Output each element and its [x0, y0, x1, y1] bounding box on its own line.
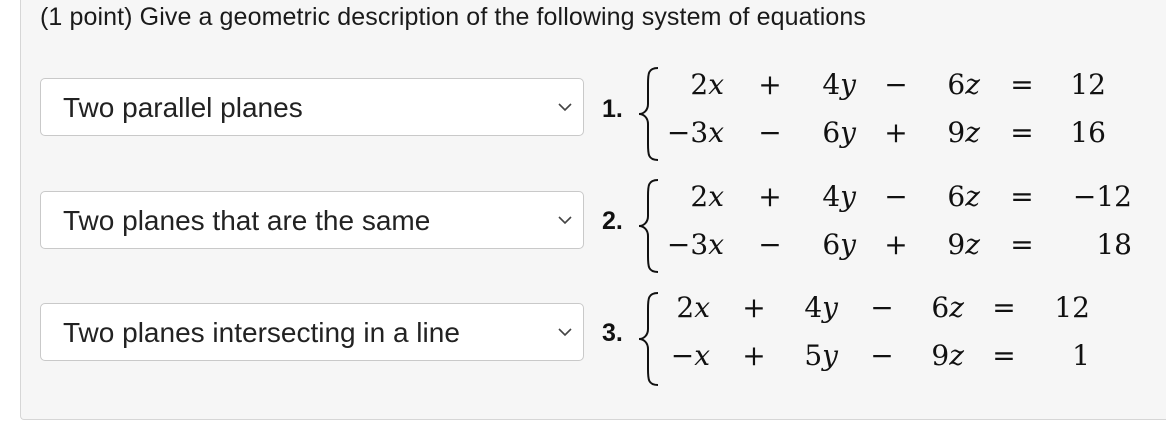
operator: −: [758, 228, 782, 261]
y-term: 6y: [822, 228, 856, 261]
x-term: 2x: [690, 68, 724, 101]
answer-select-value: Two planes that are the same: [63, 205, 431, 236]
problem-row-1: Two parallel planes 1. 2x + 4y − 6z = 12…: [0, 58, 1166, 168]
problem-number: 1.: [602, 95, 623, 123]
z-term: 6z: [947, 180, 980, 213]
equals-sign: =: [1010, 180, 1034, 213]
chevron-down-icon: [558, 103, 572, 112]
x-term: 2x: [676, 291, 710, 324]
problem-row-2: Two planes that are the same 2. 2x + 4y …: [0, 170, 1166, 280]
operator: +: [758, 68, 782, 101]
equals-sign: =: [1010, 228, 1034, 261]
operator: +: [884, 228, 908, 261]
equals-sign: =: [1010, 116, 1034, 149]
problem-row-3: Two planes intersecting in a line 3. 2x …: [0, 283, 1166, 393]
chevron-down-icon: [558, 216, 572, 225]
left-brace-icon: [638, 67, 659, 161]
y-term: 4y: [822, 180, 856, 213]
x-term: −3x: [666, 116, 724, 149]
x-term: −x: [670, 339, 710, 372]
chevron-down-icon: [558, 328, 572, 337]
operator: −: [870, 339, 894, 372]
z-term: 6z: [931, 291, 964, 324]
rhs-value: 16: [1070, 116, 1106, 149]
x-term: −3x: [666, 228, 724, 261]
equals-sign: =: [992, 291, 1016, 324]
question-text: (1 point) Give a geometric description o…: [40, 3, 866, 31]
answer-select-value: Two parallel planes: [63, 92, 303, 123]
operator: +: [758, 180, 782, 213]
left-brace-icon: [638, 292, 659, 386]
y-term: 5y: [804, 339, 838, 372]
z-term: 6z: [947, 68, 980, 101]
rhs-value: −12: [1072, 180, 1132, 213]
rhs-value: 12: [1054, 291, 1090, 324]
y-term: 6y: [822, 116, 856, 149]
operator: +: [742, 339, 766, 372]
operator: −: [884, 68, 908, 101]
equals-sign: =: [1010, 68, 1034, 101]
answer-select-value: Two planes intersecting in a line: [63, 317, 460, 348]
operator: −: [884, 180, 908, 213]
answer-select-3[interactable]: Two planes intersecting in a line: [40, 303, 584, 361]
z-term: 9z: [947, 228, 980, 261]
answer-select-2[interactable]: Two planes that are the same: [40, 191, 584, 249]
operator: +: [742, 291, 766, 324]
rhs-value: 18: [1096, 228, 1132, 261]
y-term: 4y: [804, 291, 838, 324]
z-term: 9z: [931, 339, 964, 372]
operator: +: [884, 116, 908, 149]
z-term: 9z: [947, 116, 980, 149]
rhs-value: 12: [1070, 68, 1106, 101]
problem-number: 2.: [602, 207, 623, 235]
y-term: 4y: [822, 68, 856, 101]
problem-number: 3.: [602, 319, 623, 347]
x-term: 2x: [690, 180, 724, 213]
operator: −: [870, 291, 894, 324]
left-brace-icon: [638, 179, 659, 273]
rhs-value: 1: [1072, 339, 1090, 372]
equals-sign: =: [992, 339, 1016, 372]
answer-select-1[interactable]: Two parallel planes: [40, 78, 584, 136]
operator: −: [758, 116, 782, 149]
